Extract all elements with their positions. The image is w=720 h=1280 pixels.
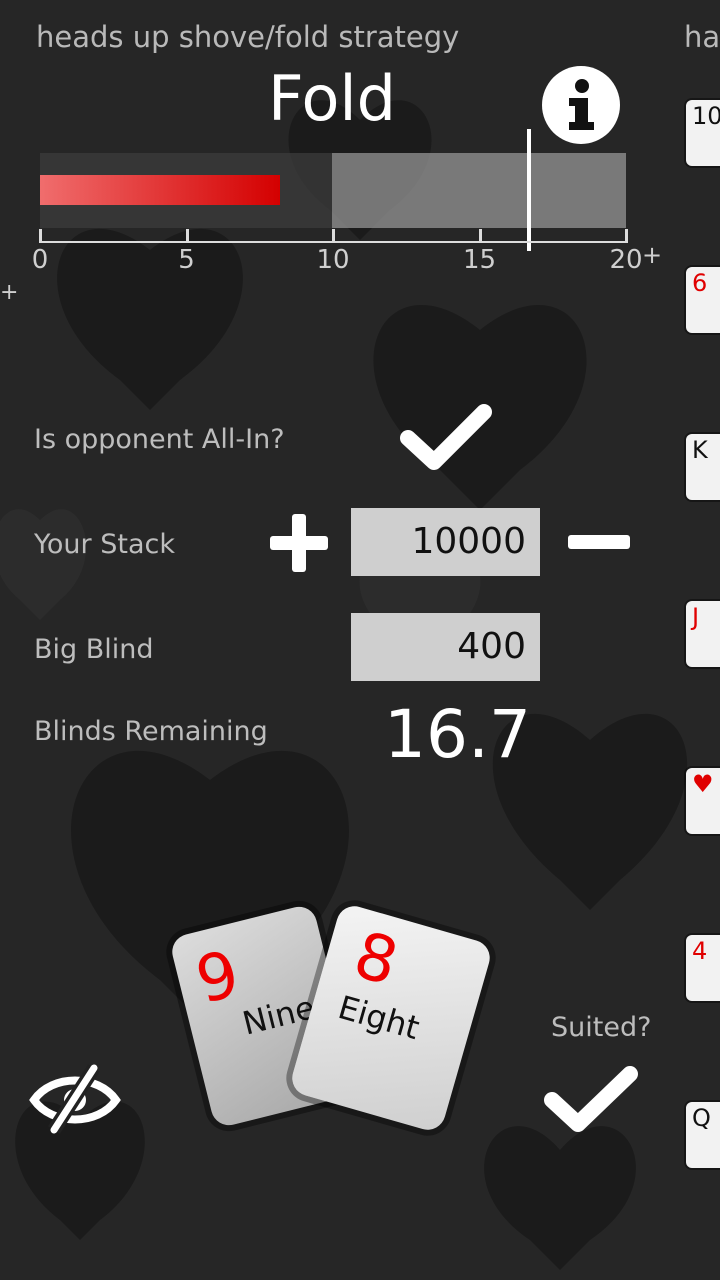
info-button[interactable]	[542, 66, 620, 144]
meter-tick	[332, 229, 335, 243]
meter-tick-label: 0	[31, 245, 49, 275]
plus-icon	[270, 514, 328, 572]
side-hand-card[interactable]: 6	[686, 267, 720, 333]
your-stack-label: Your Stack	[34, 529, 175, 560]
suited-toggle[interactable]	[542, 1060, 640, 1136]
meter-tick	[625, 229, 628, 243]
checkmark-icon	[400, 404, 492, 470]
side-hand-card[interactable]: 10	[686, 100, 720, 166]
suited-label: Suited?	[551, 1012, 652, 1043]
stack-increase-button[interactable]	[266, 510, 332, 576]
meter-fill-bar	[40, 175, 281, 205]
side-hand-card[interactable]: K	[686, 434, 720, 500]
recommended-action: Fold	[268, 62, 396, 135]
stack-marker	[527, 129, 532, 251]
blinds-remaining-value: 16.7	[384, 696, 531, 773]
side-card-rank: ♥	[692, 770, 714, 798]
side-hand-card[interactable]: Q	[686, 1102, 720, 1168]
meter-tick-label: 10	[316, 245, 350, 275]
meter-tick	[185, 229, 189, 243]
left-overflow-plus: +	[0, 280, 19, 305]
opponent-all-in-toggle[interactable]	[398, 398, 494, 474]
stack-decrease-button[interactable]	[566, 530, 632, 554]
info-icon	[569, 79, 594, 130]
card-name: Eight	[333, 988, 424, 1048]
checkmark-icon	[544, 1066, 638, 1132]
card-rank: 8	[346, 918, 406, 1001]
side-hand-card[interactable]: ♥	[686, 768, 720, 834]
side-hand-card[interactable]: 4	[686, 935, 720, 1001]
minus-icon	[568, 535, 630, 549]
side-card-rank: Q	[692, 1104, 711, 1132]
meter-tick-label: 15	[462, 245, 497, 275]
side-card-rank: 6	[692, 269, 708, 297]
hide-cards-button[interactable]	[28, 1064, 122, 1134]
eye-slash-icon	[29, 1064, 121, 1134]
opponent-all-in-label: Is opponent All-In?	[34, 424, 285, 455]
meter-overflow-plus: +	[642, 241, 663, 269]
side-card-rank: J	[692, 603, 700, 631]
meter-tick	[478, 229, 482, 243]
meter-fold-zone	[332, 153, 626, 228]
side-card-rank: K	[692, 436, 708, 464]
big-blind-label: Big Blind	[34, 634, 154, 665]
side-hand-card[interactable]: J	[686, 601, 720, 667]
meter-tick	[39, 229, 42, 243]
side-card-rank: 10	[692, 102, 720, 130]
meter-tick-label: 5	[178, 245, 195, 275]
app-title: heads up shove/fold strategy	[36, 20, 460, 54]
side-card-rank: 4	[692, 937, 708, 965]
big-blind-field[interactable]: 400	[351, 613, 540, 681]
blinds-remaining-label: Blinds Remaining	[34, 716, 268, 747]
stack-meter: 0 5 10 15 20 +	[32, 129, 662, 275]
your-stack-field[interactable]: 10000	[351, 508, 540, 576]
next-panel-title: har	[684, 20, 720, 54]
card-rank: 9	[189, 937, 247, 1019]
